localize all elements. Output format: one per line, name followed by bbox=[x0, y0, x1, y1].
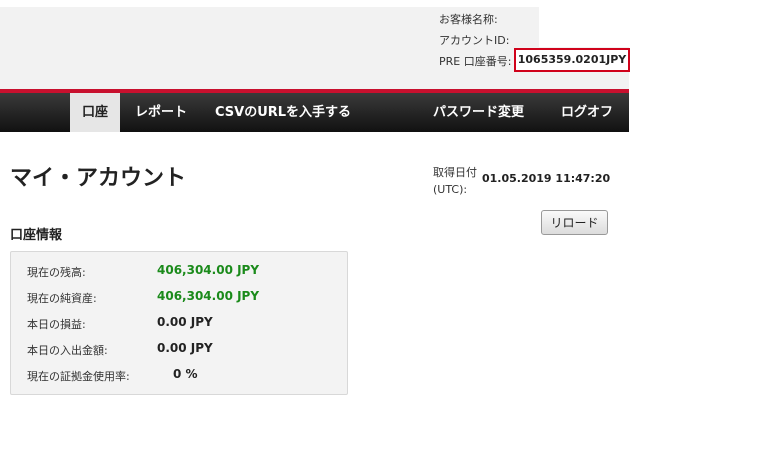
info-row-label: 現在の残高: bbox=[27, 266, 86, 279]
date-label: 取得日付 (UTC): bbox=[433, 164, 477, 198]
main-nav: 口座 レポート CSVのURLを入手する パスワード変更 ログオフ bbox=[0, 89, 629, 132]
nav-report[interactable]: レポート bbox=[135, 93, 187, 132]
account-info-panel: 現在の残高: 406,304.00 JPY 現在の純資産: 406,304.00… bbox=[10, 251, 348, 395]
info-row-label: 本日の損益: bbox=[27, 318, 86, 331]
info-row-value: 406,304.00 JPY bbox=[157, 263, 260, 277]
date-value: 01.05.2019 11:47:20 bbox=[482, 172, 611, 185]
page-title: マイ・アカウント bbox=[10, 166, 187, 191]
info-row-value: 406,304.00 JPY bbox=[157, 289, 260, 303]
nav-logoff[interactable]: ログオフ bbox=[561, 93, 613, 132]
date-label-line2: (UTC): bbox=[433, 183, 468, 196]
account-number-label: PRE 口座番号: bbox=[439, 55, 512, 68]
info-row-label: 現在の純資産: bbox=[27, 292, 97, 305]
header-bar bbox=[0, 0, 629, 92]
reload-button[interactable]: リロード bbox=[541, 210, 608, 235]
info-row-value: 0 % bbox=[173, 367, 198, 381]
account-id-label: アカウントID: bbox=[439, 34, 510, 47]
nav-csv-url[interactable]: CSVのURLを入手する bbox=[215, 93, 351, 132]
header-blank-area bbox=[539, 7, 629, 47]
info-row-value: 0.00 JPY bbox=[157, 315, 213, 329]
info-row-label: 現在の証拠金使用率: bbox=[27, 370, 130, 383]
section-title: 口座情報 bbox=[10, 228, 63, 243]
info-row-value: 0.00 JPY bbox=[157, 341, 213, 355]
info-row-label: 本日の入出金額: bbox=[27, 344, 108, 357]
nav-change-password[interactable]: パスワード変更 bbox=[433, 93, 524, 132]
account-number-value: 1065359.0201JPY bbox=[514, 48, 630, 72]
customer-name-label: お客様名称: bbox=[439, 13, 498, 26]
date-label-line1: 取得日付 bbox=[433, 166, 477, 179]
nav-account[interactable]: 口座 bbox=[70, 93, 120, 132]
